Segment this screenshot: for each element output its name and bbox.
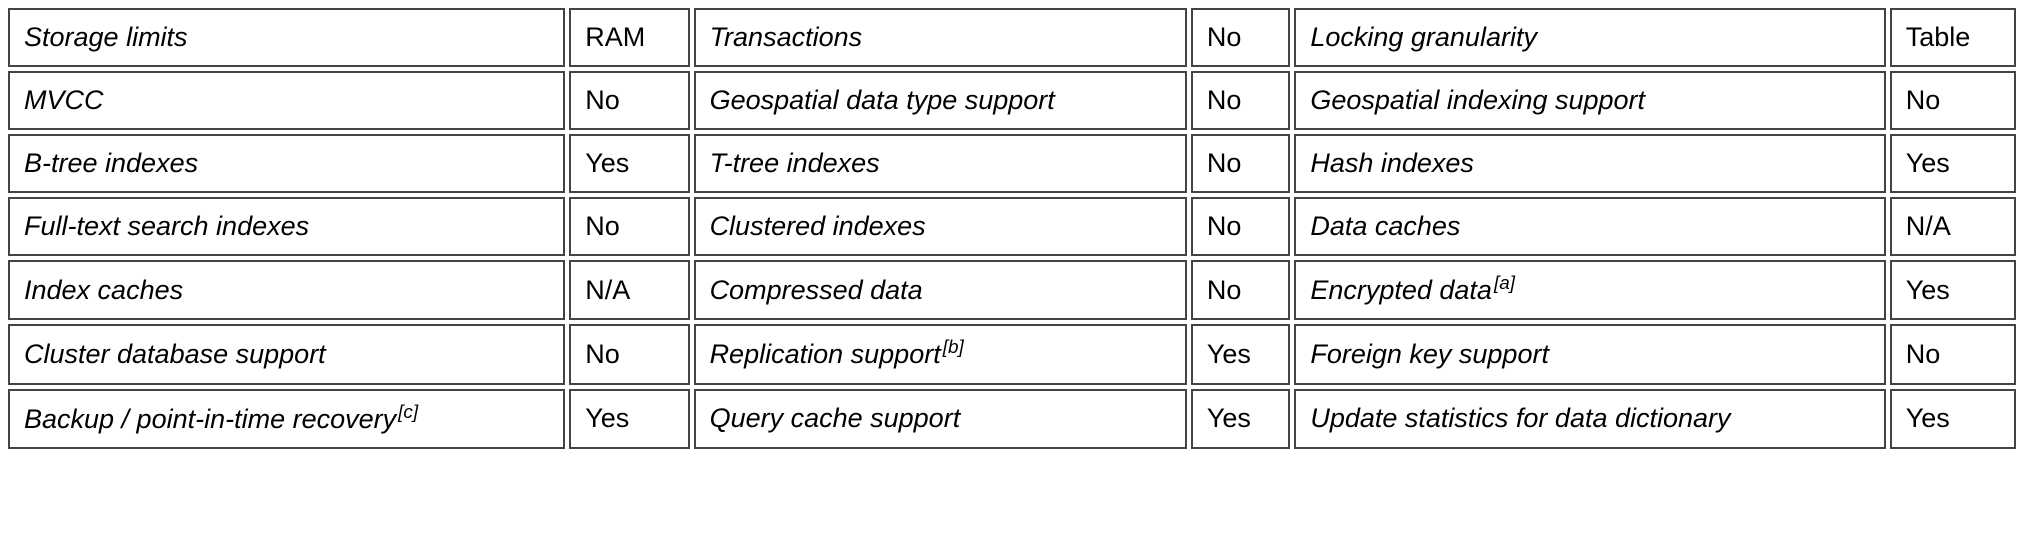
feature-label-text: Geospatial data type support — [710, 85, 1055, 115]
feature-label: Geospatial data type support — [694, 71, 1187, 130]
feature-label-text: Transactions — [710, 22, 863, 52]
feature-label: Compressed data — [694, 260, 1187, 320]
feature-value: No — [1191, 197, 1290, 256]
feature-value: No — [1191, 134, 1290, 193]
feature-value: No — [569, 324, 689, 384]
feature-label: Query cache support — [694, 389, 1187, 449]
feature-label: Index caches — [8, 260, 565, 320]
feature-value: No — [569, 71, 689, 130]
table-row: MVCC No Geospatial data type support No Geos… — [8, 71, 2016, 130]
feature-label: Hash indexes — [1294, 134, 1885, 193]
feature-label: MVCC — [8, 71, 565, 130]
table-row: Cluster database supportNoReplication su… — [8, 324, 2016, 384]
footnote: [b] — [943, 337, 964, 358]
table-row: B-tree indexes Yes T-tree indexes No Hash in… — [8, 134, 2016, 193]
feature-value: No — [1191, 71, 1290, 130]
footnote: [c] — [398, 402, 418, 423]
feature-label: Update statistics for data dictionary — [1294, 389, 1885, 449]
feature-label-text: Foreign key support — [1310, 339, 1549, 369]
feature-label-text: Geospatial indexing support — [1310, 85, 1645, 115]
feature-label-text: Encrypted data — [1310, 275, 1492, 305]
feature-label-text: B-tree indexes — [24, 148, 198, 178]
feature-label-text: Cluster database support — [24, 339, 326, 369]
feature-label: Locking granularity — [1294, 8, 1885, 67]
feature-label: Clustered indexes — [694, 197, 1187, 256]
feature-value: Yes — [569, 134, 689, 193]
feature-value: No — [1191, 260, 1290, 320]
feature-value: Yes — [1890, 389, 2016, 449]
feature-label: Transactions — [694, 8, 1187, 67]
feature-value: Yes — [1191, 389, 1290, 449]
feature-label: Backup / point-in-time recovery[c] — [8, 389, 565, 449]
feature-label-text: Replication support — [710, 339, 941, 369]
feature-label: Data caches — [1294, 197, 1885, 256]
feature-label-text: Query cache support — [710, 403, 961, 433]
feature-value: Table — [1890, 8, 2016, 67]
feature-value: N/A — [569, 260, 689, 320]
table-row: Full-text search indexes No Clustered inde… — [8, 197, 2016, 256]
feature-label-text: Storage limits — [24, 22, 188, 52]
feature-value: Yes — [569, 389, 689, 449]
footnote: [a] — [1494, 273, 1515, 294]
feature-label: Geospatial indexing support — [1294, 71, 1885, 130]
feature-value: No — [569, 197, 689, 256]
feature-label: Cluster database support — [8, 324, 565, 384]
feature-label-text: Compressed data — [710, 275, 923, 305]
feature-label-text: Locking granularity — [1310, 22, 1537, 52]
feature-label: Foreign key support — [1294, 324, 1885, 384]
feature-label-text: Data caches — [1310, 211, 1460, 241]
feature-label-text: Hash indexes — [1310, 148, 1474, 178]
feature-value: N/A — [1890, 197, 2016, 256]
feature-value: RAM — [569, 8, 689, 67]
feature-value: No — [1890, 71, 2016, 130]
feature-value: No — [1890, 324, 2016, 384]
feature-value: No — [1191, 8, 1290, 67]
feature-label-text: Clustered indexes — [710, 211, 926, 241]
feature-label: B-tree indexes — [8, 134, 565, 193]
feature-label: Replication support[b] — [694, 324, 1187, 384]
table-row: Backup / point-in-time recovery[c]YesQue… — [8, 389, 2016, 449]
feature-label: Encrypted data[a] — [1294, 260, 1885, 320]
feature-value: Yes — [1890, 134, 2016, 193]
feature-label: T-tree indexes — [694, 134, 1187, 193]
feature-label-text: Index caches — [24, 275, 183, 305]
table-row: Storage limits RAM Transactions No Locking g… — [8, 8, 2016, 67]
feature-label-text: Update statistics for data dictionary — [1310, 403, 1730, 433]
feature-label: Storage limits — [8, 8, 565, 67]
feature-label-text: MVCC — [24, 85, 104, 115]
table-row: Index cachesN/ACompressed dataNoEncrypte… — [8, 260, 2016, 320]
feature-label-text: Backup / point-in-time recovery — [24, 404, 396, 434]
feature-label-text: T-tree indexes — [710, 148, 880, 178]
feature-value: Yes — [1191, 324, 1290, 384]
features-table: Storage limits RAM Transactions No Locking g… — [4, 4, 2020, 453]
feature-label-text: Full-text search indexes — [24, 211, 309, 241]
feature-label: Full-text search indexes — [8, 197, 565, 256]
feature-value: Yes — [1890, 260, 2016, 320]
